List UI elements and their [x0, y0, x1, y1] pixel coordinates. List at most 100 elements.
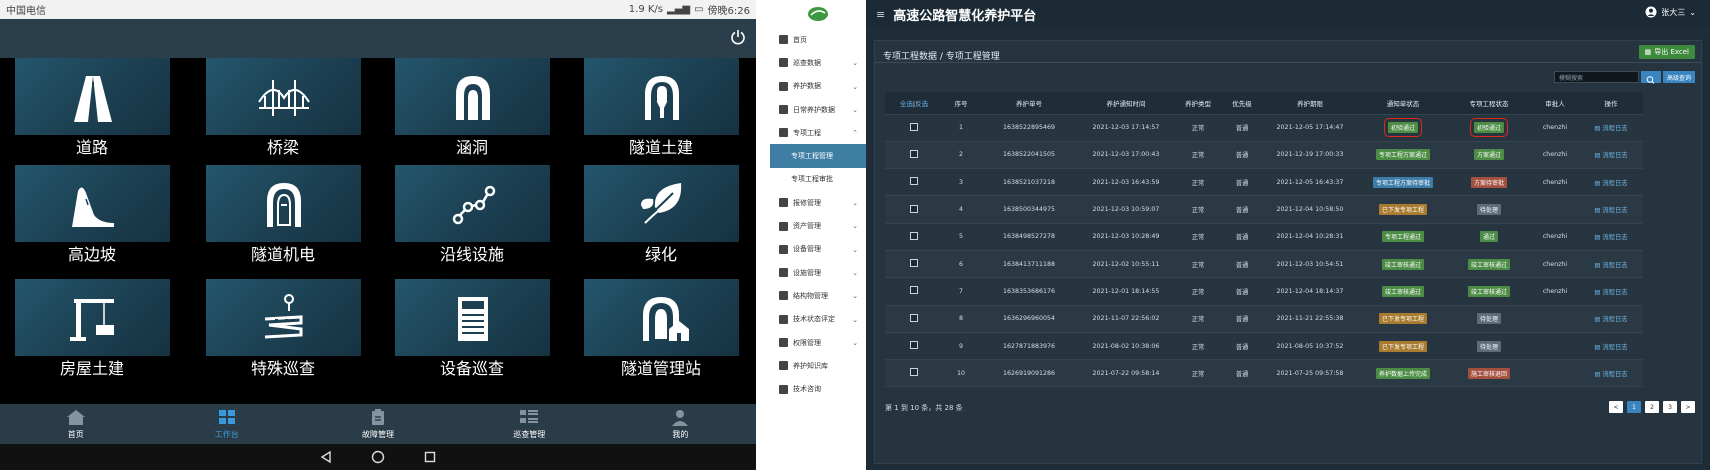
user-menu[interactable]: 张大三 ⌄ — [1645, 6, 1696, 18]
cell-type: 正常 — [1191, 343, 1205, 351]
sidebar-item[interactable]: 养护知识库 — [770, 354, 866, 377]
row-checkbox[interactable] — [910, 286, 918, 295]
module-tile[interactable] — [15, 279, 170, 356]
sidebar-item[interactable]: 养护数据 ⌄ — [770, 75, 866, 98]
col-header: 养护通知时间 — [1079, 92, 1173, 115]
search-button[interactable] — [1641, 71, 1661, 84]
module-tile[interactable] — [206, 58, 361, 135]
sidebar-item[interactable]: 专项工程管理 — [770, 144, 866, 168]
menu-item-icon — [779, 314, 788, 324]
search-input[interactable]: 模糊搜索 — [1554, 71, 1639, 83]
sidebar-item[interactable]: 专项工程审批 — [770, 168, 866, 191]
sidebar-item[interactable]: 专项工程 ⌃ — [770, 121, 866, 144]
row-checkbox[interactable] — [910, 368, 918, 377]
table-row[interactable]: 6 1638413711188 2021-12-02 10:55:11 正常 普通 202… — [885, 250, 1643, 279]
module-tile[interactable] — [206, 279, 361, 356]
sidebar-item[interactable]: 技术咨询 — [770, 377, 866, 400]
row-checkbox[interactable] — [910, 313, 918, 322]
table-row[interactable]: 10 1626919091286 2021-07-22 09:58:14 正常 普通 20… — [885, 359, 1643, 388]
log-label: 流程日志 — [1602, 343, 1628, 351]
table-row[interactable]: 3 1638521037218 2021-12-03 16:43:59 正常 普通 202… — [885, 168, 1643, 197]
page-button[interactable]: 2 — [1645, 401, 1659, 413]
nav-item[interactable]: 首页 — [0, 404, 151, 444]
module-tile[interactable] — [395, 165, 550, 242]
back-icon[interactable] — [319, 450, 333, 464]
module-tile[interactable] — [206, 165, 361, 242]
row-checkbox[interactable] — [910, 149, 918, 158]
project-status-badge: 待处理 — [1476, 204, 1501, 216]
sidebar-item[interactable]: 技术状态评定 ⌄ — [770, 308, 866, 331]
menu-toggle-icon[interactable]: ≡ — [876, 8, 885, 21]
table-row[interactable]: 7 1638353686176 2021-12-01 18:14:55 正常 普通 202… — [885, 277, 1643, 306]
nav-item-label: 工作台 — [214, 430, 239, 439]
page-button[interactable]: > — [1681, 401, 1695, 413]
nav-item[interactable]: 工作台 — [151, 404, 302, 444]
module-tile[interactable] — [395, 279, 550, 356]
sidebar-item[interactable]: 日常养护数据 ⌄ — [770, 98, 866, 121]
select-invert-link[interactable]: 反选 — [915, 100, 928, 108]
export-excel-button[interactable]: ▦ 导出 Excel — [1638, 45, 1695, 59]
cell-priority: 普通 — [1235, 261, 1249, 269]
table-row[interactable]: 9 1627871883976 2021-08-02 10:38:06 正常 普通 202… — [885, 332, 1643, 361]
process-log-link[interactable]: ▤ 流程日志 — [1594, 125, 1627, 132]
module-tile-label: 特殊巡查 — [250, 359, 315, 378]
advanced-search-button[interactable]: 高级查询 — [1663, 71, 1695, 83]
sidebar-item-label: 养护知识库 — [793, 361, 828, 370]
sidebar-item[interactable]: 资产管理 ⌄ — [770, 214, 866, 237]
nav-item[interactable]: 故障管理 — [302, 404, 453, 444]
module-tile[interactable] — [584, 58, 739, 135]
log-label: 流程日志 — [1602, 125, 1628, 133]
page-button[interactable]: < — [1609, 401, 1623, 413]
sidebar-item[interactable]: 权限管理 ⌄ — [770, 331, 866, 354]
module-tile[interactable] — [584, 279, 739, 356]
process-log-link[interactable]: ▤ 流程日志 — [1594, 371, 1627, 378]
row-checkbox[interactable] — [910, 341, 918, 350]
module-tile[interactable] — [15, 165, 170, 242]
process-log-link[interactable]: ▤ 流程日志 — [1594, 316, 1627, 323]
project-status-badge: 方案待审批 — [1470, 176, 1507, 188]
table-row[interactable]: 1 1638522895469 2021-12-03 17:14:57 正常 普通 202… — [885, 114, 1643, 142]
module-tile[interactable] — [395, 58, 550, 135]
sidebar-item-label: 技术咨询 — [793, 385, 821, 394]
table-row[interactable]: 8 1636296960054 2021-11-07 22:56:02 正常 普通 202… — [885, 305, 1643, 333]
cell-approver: chenzhi — [1542, 178, 1568, 186]
cell-notice-time: 2021-07-22 09:58:14 — [1092, 369, 1160, 377]
sidebar-item[interactable]: 设备管理 ⌄ — [770, 238, 866, 261]
process-log-link[interactable]: ▤ 流程日志 — [1594, 344, 1627, 351]
row-checkbox[interactable] — [910, 231, 918, 240]
cell-deadline: 2021-11-21 22:55:38 — [1276, 315, 1344, 323]
power-icon[interactable] — [730, 29, 746, 45]
sidebar-item[interactable]: 巡查数据 ⌄ — [770, 51, 866, 74]
module-tile[interactable] — [584, 165, 739, 242]
sidebar-item[interactable]: 报修管理 ⌄ — [770, 191, 866, 214]
cell-priority: 普通 — [1235, 125, 1249, 133]
col-header: 养护类型 — [1173, 92, 1223, 115]
sidebar-item[interactable]: 首页 — [770, 28, 866, 51]
process-log-link[interactable]: ▤ 流程日志 — [1594, 262, 1627, 269]
process-log-link[interactable]: ▤ 流程日志 — [1594, 207, 1627, 214]
home-circle-icon[interactable] — [371, 450, 385, 464]
page-button[interactable]: 1 — [1627, 401, 1641, 413]
module-tile-label: 涵洞 — [455, 138, 488, 157]
nav-item[interactable]: 巡查管理 — [454, 404, 605, 444]
nav-item[interactable]: 我的 — [605, 404, 756, 444]
process-log-link[interactable]: ▤ 流程日志 — [1594, 180, 1627, 187]
module-tile[interactable] — [15, 58, 170, 135]
row-checkbox[interactable] — [910, 259, 918, 268]
sidebar-item[interactable]: 设施管理 ⌄ — [770, 261, 866, 284]
cell-id: 1638522895469 — [1002, 124, 1056, 132]
page-button[interactable]: 3 — [1663, 401, 1677, 413]
process-log-link[interactable]: ▤ 流程日志 — [1594, 234, 1627, 241]
row-checkbox[interactable] — [910, 204, 918, 213]
recents-icon[interactable] — [423, 450, 437, 464]
select-all-link[interactable]: 全选 — [900, 100, 913, 108]
table-row[interactable]: 2 1638522041505 2021-12-03 17:00:43 正常 普通 202… — [885, 141, 1643, 170]
row-checkbox[interactable] — [910, 122, 918, 131]
sidebar-item[interactable]: 结构物管理 ⌄ — [770, 284, 866, 307]
process-log-link[interactable]: ▤ 流程日志 — [1594, 152, 1627, 159]
table-row[interactable]: 4 1638500344975 2021-12-03 10:59:07 正常 普通 202… — [885, 195, 1643, 224]
row-checkbox[interactable] — [910, 177, 918, 186]
table-row[interactable]: 5 1638498527278 2021-12-03 10:28:49 正常 普通 202… — [885, 223, 1643, 251]
log-label: 流程日志 — [1602, 152, 1628, 160]
process-log-link[interactable]: ▤ 流程日志 — [1594, 289, 1627, 296]
